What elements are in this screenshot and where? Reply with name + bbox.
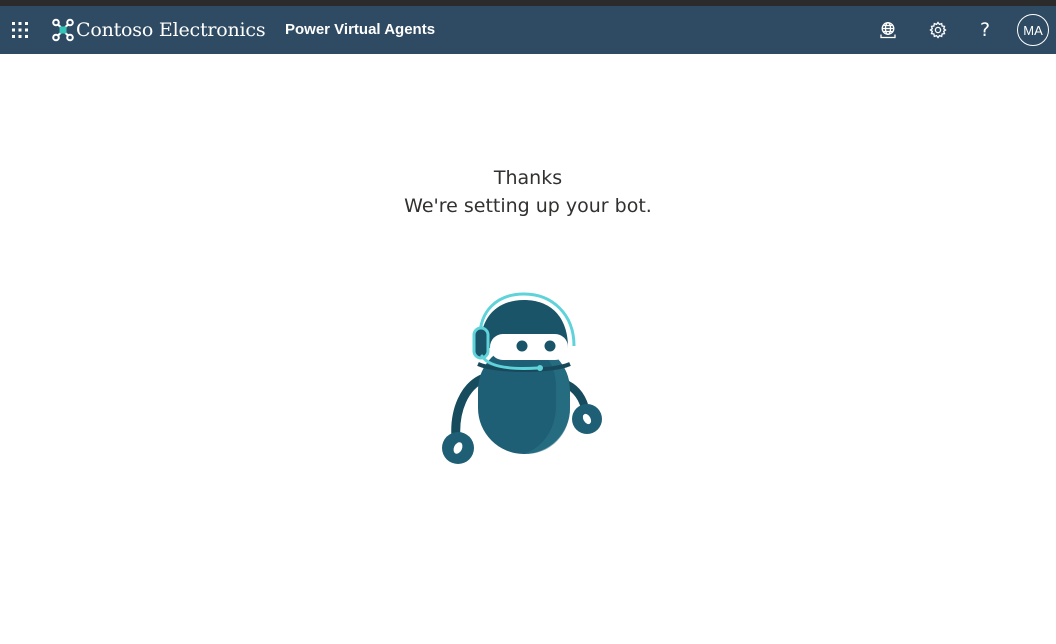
help-icon: ? <box>979 19 991 41</box>
brand-name: Contoso Electronics <box>76 19 266 41</box>
waffle-icon <box>12 22 28 38</box>
brand-link[interactable]: Contoso Electronics <box>52 6 266 54</box>
app-launcher-button[interactable] <box>0 6 40 54</box>
app-window: Contoso Electronics Power Virtual Agents <box>0 0 1056 644</box>
gear-icon <box>929 21 947 39</box>
setup-status-text: We're setting up your bot. <box>404 195 652 217</box>
settings-button[interactable] <box>916 6 960 54</box>
app-name[interactable]: Power Virtual Agents <box>285 6 435 54</box>
bot-illustration <box>442 292 602 464</box>
thanks-heading: Thanks <box>493 167 563 189</box>
setup-message: Thanks We're setting up your bot. <box>0 164 1056 220</box>
app-header: Contoso Electronics Power Virtual Agents <box>0 6 1056 54</box>
environment-button[interactable] <box>866 6 910 54</box>
environment-icon <box>880 22 896 39</box>
contoso-logo-icon <box>52 18 74 42</box>
user-avatar[interactable]: MA <box>1017 14 1049 46</box>
help-button[interactable]: ? <box>963 6 1007 54</box>
